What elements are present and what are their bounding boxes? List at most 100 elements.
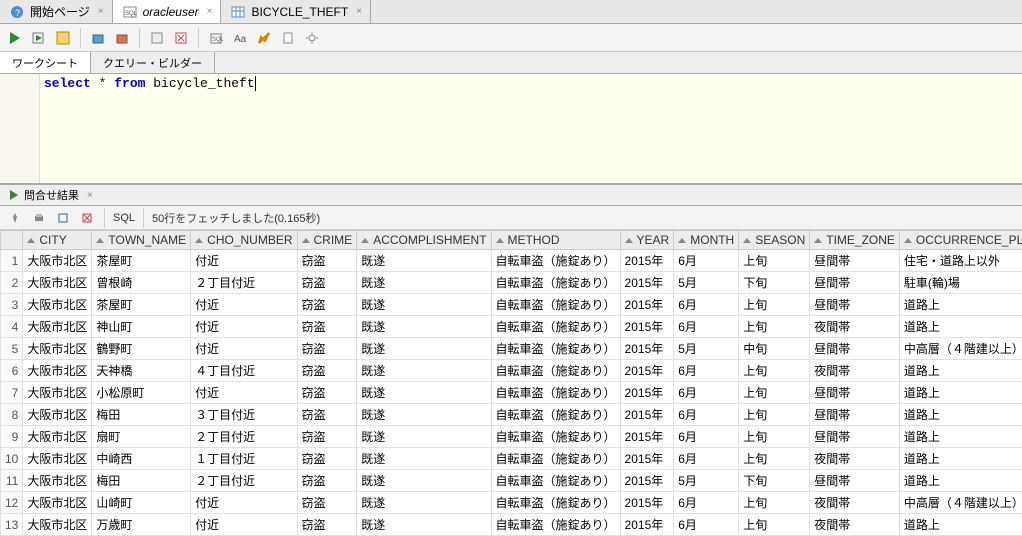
sql-code[interactable]: select * from bicycle_theft	[40, 74, 260, 183]
column-header[interactable]: OCCURRENCE_PLACE	[899, 231, 1022, 250]
table-cell[interactable]: 既遂	[357, 448, 491, 470]
table-cell[interactable]: 窃盗	[297, 294, 357, 316]
table-cell[interactable]: 自転車盗（施錠あり）	[491, 470, 620, 492]
table-cell[interactable]: 既遂	[357, 470, 491, 492]
table-cell[interactable]: 夜間帯	[810, 316, 900, 338]
table-cell[interactable]: 付近	[191, 382, 297, 404]
table-cell[interactable]: 昼間帯	[810, 272, 900, 294]
table-row[interactable]: 6大阪市北区天神橋４丁目付近窃盗既遂自転車盗（施錠あり）2015年6月上旬夜間帯…	[1, 360, 1022, 382]
sql-editor[interactable]: select * from bicycle_theft	[0, 74, 1022, 184]
table-cell[interactable]: 窃盗	[297, 338, 357, 360]
table-cell[interactable]: 2015年	[620, 492, 674, 514]
table-cell[interactable]: 自転車盗（施錠あり）	[491, 448, 620, 470]
report-icon[interactable]	[279, 29, 297, 47]
table-cell[interactable]: 窃盗	[297, 250, 357, 272]
column-header[interactable]: METHOD	[491, 231, 620, 250]
table-cell[interactable]: 自転車盗（施錠あり）	[491, 294, 620, 316]
table-cell[interactable]: 2015年	[620, 316, 674, 338]
close-icon[interactable]: ×	[98, 6, 104, 17]
table-cell[interactable]: 中高層（４階建以上）住宅	[899, 492, 1022, 514]
sub-tab[interactable]: クエリー・ビルダー	[91, 52, 215, 73]
table-cell[interactable]: 窃盗	[297, 360, 357, 382]
table-cell[interactable]: 既遂	[357, 250, 491, 272]
table-cell[interactable]: 5月	[674, 272, 739, 294]
table-cell[interactable]: 6月	[674, 250, 739, 272]
table-row[interactable]: 12大阪市北区山崎町付近窃盗既遂自転車盗（施錠あり）2015年6月上旬夜間帯中高…	[1, 492, 1022, 514]
table-cell[interactable]: 2015年	[620, 272, 674, 294]
table-cell[interactable]: 既遂	[357, 338, 491, 360]
table-cell[interactable]: 6月	[674, 360, 739, 382]
sub-tab[interactable]: ワークシート	[0, 52, 91, 73]
table-cell[interactable]: 自転車盗（施錠あり）	[491, 382, 620, 404]
table-cell[interactable]: 道路上	[899, 470, 1022, 492]
table-cell[interactable]: 住宅・道路上以外	[899, 250, 1022, 272]
table-cell[interactable]: 窃盗	[297, 492, 357, 514]
table-cell[interactable]: 6月	[674, 316, 739, 338]
table-cell[interactable]: 付近	[191, 492, 297, 514]
table-cell[interactable]: 大阪市北区	[23, 316, 92, 338]
table-row[interactable]: 1大阪市北区茶屋町付近窃盗既遂自転車盗（施錠あり）2015年6月上旬昼間帯住宅・…	[1, 250, 1022, 272]
sql-history-icon[interactable]: SQL	[207, 29, 225, 47]
table-cell[interactable]: 自転車盗（施錠あり）	[491, 272, 620, 294]
table-cell[interactable]: 窃盗	[297, 404, 357, 426]
saved-sql-icon[interactable]	[148, 29, 166, 47]
table-cell[interactable]: 2015年	[620, 426, 674, 448]
table-cell[interactable]: 上旬	[739, 294, 810, 316]
table-cell[interactable]: 自転車盗（施錠あり）	[491, 338, 620, 360]
table-cell[interactable]: 既遂	[357, 426, 491, 448]
run-icon[interactable]	[6, 29, 24, 47]
rownum-header[interactable]	[1, 231, 23, 250]
column-header[interactable]: ACCOMPLISHMENT	[357, 231, 491, 250]
table-cell[interactable]: 上旬	[739, 316, 810, 338]
table-cell[interactable]: 2015年	[620, 360, 674, 382]
column-header[interactable]: YEAR	[620, 231, 674, 250]
table-row[interactable]: 3大阪市北区茶屋町付近窃盗既遂自転車盗（施錠あり）2015年6月上旬昼間帯道路上…	[1, 294, 1022, 316]
close-icon[interactable]: ×	[356, 6, 362, 17]
table-cell[interactable]: 窃盗	[297, 426, 357, 448]
table-cell[interactable]: 2015年	[620, 448, 674, 470]
table-cell[interactable]: 昼間帯	[810, 250, 900, 272]
table-cell[interactable]: ２丁目付近	[191, 426, 297, 448]
table-cell[interactable]: 2015年	[620, 382, 674, 404]
table-cell[interactable]: 6月	[674, 404, 739, 426]
column-header[interactable]: CRIME	[297, 231, 357, 250]
table-cell[interactable]: 自転車盗（施錠あり）	[491, 316, 620, 338]
table-row[interactable]: 8大阪市北区梅田３丁目付近窃盗既遂自転車盗（施錠あり）2015年6月上旬昼間帯道…	[1, 404, 1022, 426]
table-cell[interactable]: 自転車盗（施錠あり）	[491, 492, 620, 514]
clear-icon[interactable]	[172, 29, 190, 47]
print-icon[interactable]	[30, 209, 48, 227]
table-cell[interactable]: 既遂	[357, 294, 491, 316]
table-cell[interactable]: 5月	[674, 470, 739, 492]
table-cell[interactable]: 既遂	[357, 382, 491, 404]
column-header[interactable]: CITY	[23, 231, 92, 250]
delete-icon[interactable]	[78, 209, 96, 227]
export-icon[interactable]	[54, 209, 72, 227]
table-cell[interactable]: 大阪市北区	[23, 272, 92, 294]
table-cell[interactable]: 2015年	[620, 404, 674, 426]
table-cell[interactable]: 上旬	[739, 404, 810, 426]
top-tab[interactable]: SQLoracleuser×	[113, 0, 222, 23]
table-cell[interactable]: 扇町	[92, 426, 191, 448]
close-icon[interactable]: ×	[87, 190, 93, 201]
table-cell[interactable]: 既遂	[357, 360, 491, 382]
table-row[interactable]: 11大阪市北区梅田２丁目付近窃盗既遂自転車盗（施錠あり）2015年5月下旬昼間帯…	[1, 470, 1022, 492]
table-cell[interactable]: 6月	[674, 492, 739, 514]
table-cell[interactable]: 2015年	[620, 470, 674, 492]
table-cell[interactable]: 道路上	[899, 360, 1022, 382]
table-cell[interactable]: 昼間帯	[810, 470, 900, 492]
column-header[interactable]: SEASON	[739, 231, 810, 250]
table-cell[interactable]: 上旬	[739, 492, 810, 514]
table-cell[interactable]: 山崎町	[92, 492, 191, 514]
table-cell[interactable]: 上旬	[739, 360, 810, 382]
table-cell[interactable]: 道路上	[899, 382, 1022, 404]
table-cell[interactable]: 大阪市北区	[23, 382, 92, 404]
table-cell[interactable]: 2015年	[620, 250, 674, 272]
table-cell[interactable]: 窃盗	[297, 448, 357, 470]
table-cell[interactable]: 大阪市北区	[23, 492, 92, 514]
table-cell[interactable]: 付近	[191, 250, 297, 272]
table-cell[interactable]: 夜間帯	[810, 492, 900, 514]
top-tab[interactable]: ?開始ページ×	[0, 0, 113, 23]
table-cell[interactable]: 曾根崎	[92, 272, 191, 294]
table-cell[interactable]: 上旬	[739, 448, 810, 470]
table-cell[interactable]: 付近	[191, 338, 297, 360]
